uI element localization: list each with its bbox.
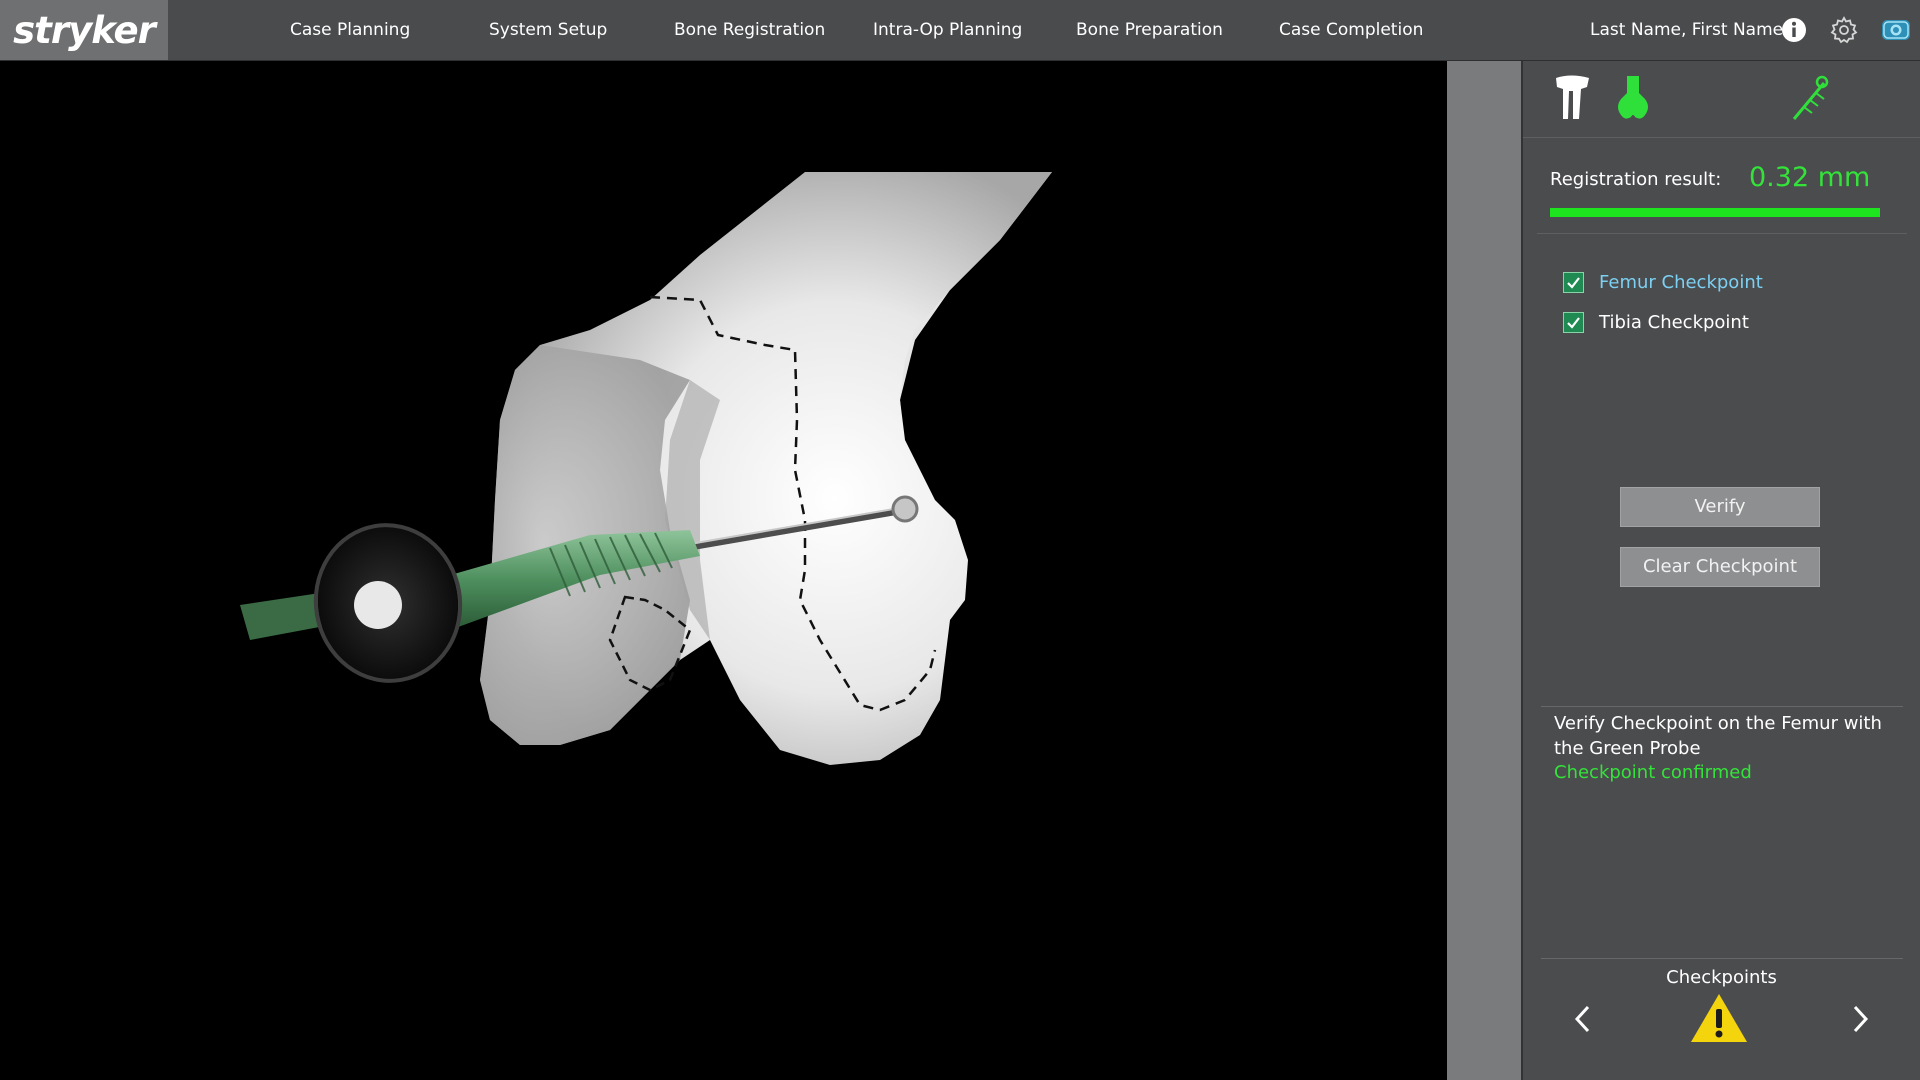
tibia-bone-icon[interactable]: [1551, 73, 1595, 123]
next-arrow-icon[interactable]: [1845, 1001, 1875, 1037]
registration-progress-fill: [1550, 208, 1880, 217]
divider: [1541, 958, 1903, 959]
checkpoints-title: Checkpoints: [1666, 967, 1777, 988]
registration-progress-bar: [1550, 208, 1880, 217]
femur-3d-model: [240, 172, 1052, 765]
nav-bone-preparation[interactable]: Bone Preparation: [1076, 0, 1223, 60]
femur-checkbox[interactable]: [1563, 271, 1584, 293]
stryker-logo: stryker: [0, 0, 168, 60]
top-navigation-bar: stryker Case Planning System Setup Bone …: [0, 0, 1920, 61]
checkpoint-panel: Registration result: 0.32 mm Femur Check…: [1523, 61, 1920, 1080]
clear-checkpoint-button[interactable]: Clear Checkpoint: [1620, 547, 1820, 587]
femur-bone-icon[interactable]: [1611, 73, 1655, 123]
femur-checkpoint-label[interactable]: Femur Checkpoint: [1599, 272, 1763, 293]
tibia-checkbox[interactable]: [1563, 311, 1584, 333]
instruction-text: Verify Checkpoint on the Femur with the …: [1554, 713, 1882, 759]
nav-case-planning[interactable]: Case Planning: [290, 0, 410, 60]
registration-result-value: 0.32 mm: [1749, 162, 1871, 193]
nav-bone-registration[interactable]: Bone Registration: [674, 0, 825, 60]
info-icon[interactable]: [1780, 16, 1808, 44]
3d-viewer[interactable]: [0, 61, 1447, 1080]
panel-divider: [1447, 61, 1523, 1080]
logo-text: stryker: [13, 8, 156, 52]
femur-checkpoint-row[interactable]: Femur Checkpoint: [1563, 268, 1763, 296]
registration-result-label: Registration result:: [1550, 169, 1722, 190]
divider: [1537, 233, 1907, 234]
verify-button[interactable]: Verify: [1620, 487, 1820, 527]
divider: [1541, 706, 1903, 707]
nav-case-completion[interactable]: Case Completion: [1279, 0, 1423, 60]
checkpoint-status: Checkpoint confirmed: [1554, 762, 1752, 783]
green-probe-icon[interactable]: [1788, 73, 1832, 123]
nav-intra-op-planning[interactable]: Intra-Op Planning: [873, 0, 1022, 60]
bone-selector-bar: [1523, 61, 1920, 138]
tibia-checkpoint-label[interactable]: Tibia Checkpoint: [1599, 312, 1749, 333]
warning-icon: [1691, 994, 1747, 1042]
camera-icon[interactable]: [1880, 16, 1912, 44]
nav-system-setup[interactable]: System Setup: [489, 0, 607, 60]
gear-icon[interactable]: [1830, 16, 1858, 44]
tibia-checkpoint-row[interactable]: Tibia Checkpoint: [1563, 308, 1749, 336]
previous-arrow-icon[interactable]: [1568, 1001, 1598, 1037]
user-name[interactable]: Last Name, First Name: [1590, 0, 1783, 60]
